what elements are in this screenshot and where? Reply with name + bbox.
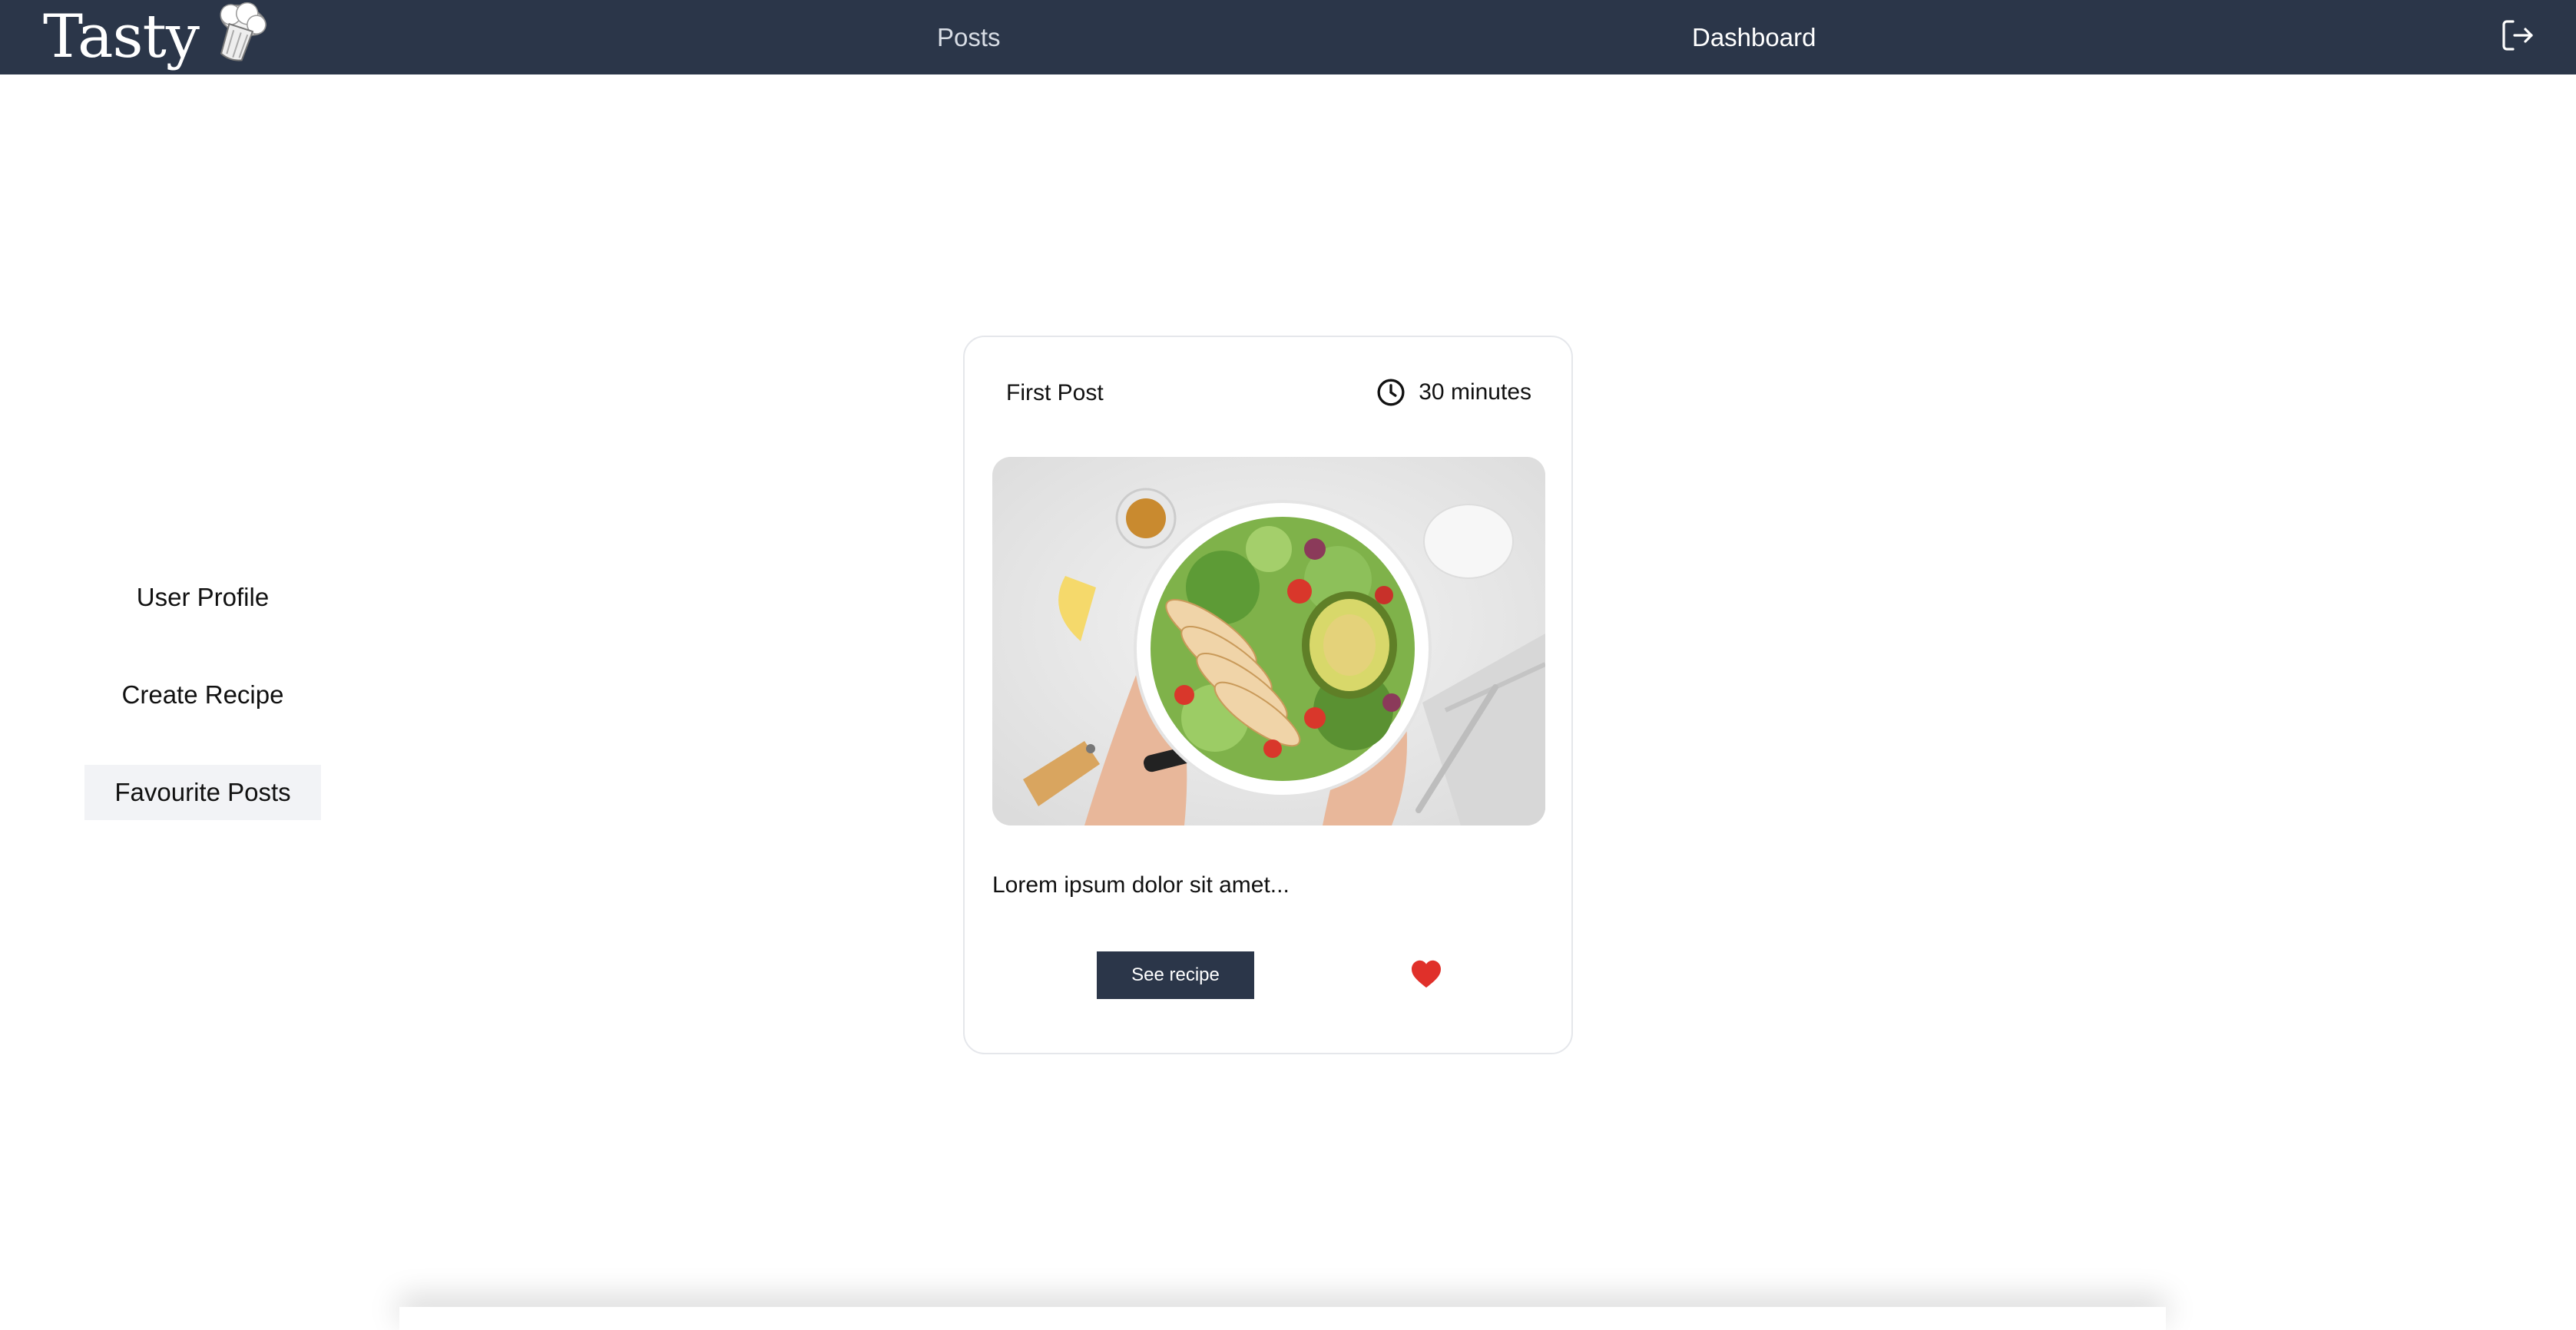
bottom-shadow [399,1307,2166,1330]
brand-name: Tasty [43,2,200,71]
sidebar-item-user-profile[interactable]: User Profile [84,570,321,625]
post-time: 30 minutes [1376,377,1531,408]
post-card: First Post 30 minutes Lorem ipsum dolor … [963,336,1573,1054]
brand[interactable]: Tasty [43,2,270,72]
nav-dashboard[interactable]: Dashboard [1692,0,1816,74]
post-time-label: 30 minutes [1419,379,1531,405]
clock-icon [1377,379,1405,406]
post-title: First Post [1006,380,1104,405]
heart-icon[interactable] [1410,959,1442,988]
salad-bowl-image [992,457,1545,825]
nav-posts[interactable]: Posts [937,0,1001,74]
logout-icon[interactable] [2499,17,2536,54]
chef-hat-icon [220,2,267,61]
see-recipe-button[interactable]: See recipe [1097,951,1254,999]
post-description: Lorem ipsum dolor sit amet... [992,872,1290,898]
top-navbar: Tasty Posts Dashboard [0,0,2576,74]
sidebar-item-favourite-posts[interactable]: Favourite Posts [84,765,321,820]
sidebar-item-create-recipe[interactable]: Create Recipe [84,667,321,723]
